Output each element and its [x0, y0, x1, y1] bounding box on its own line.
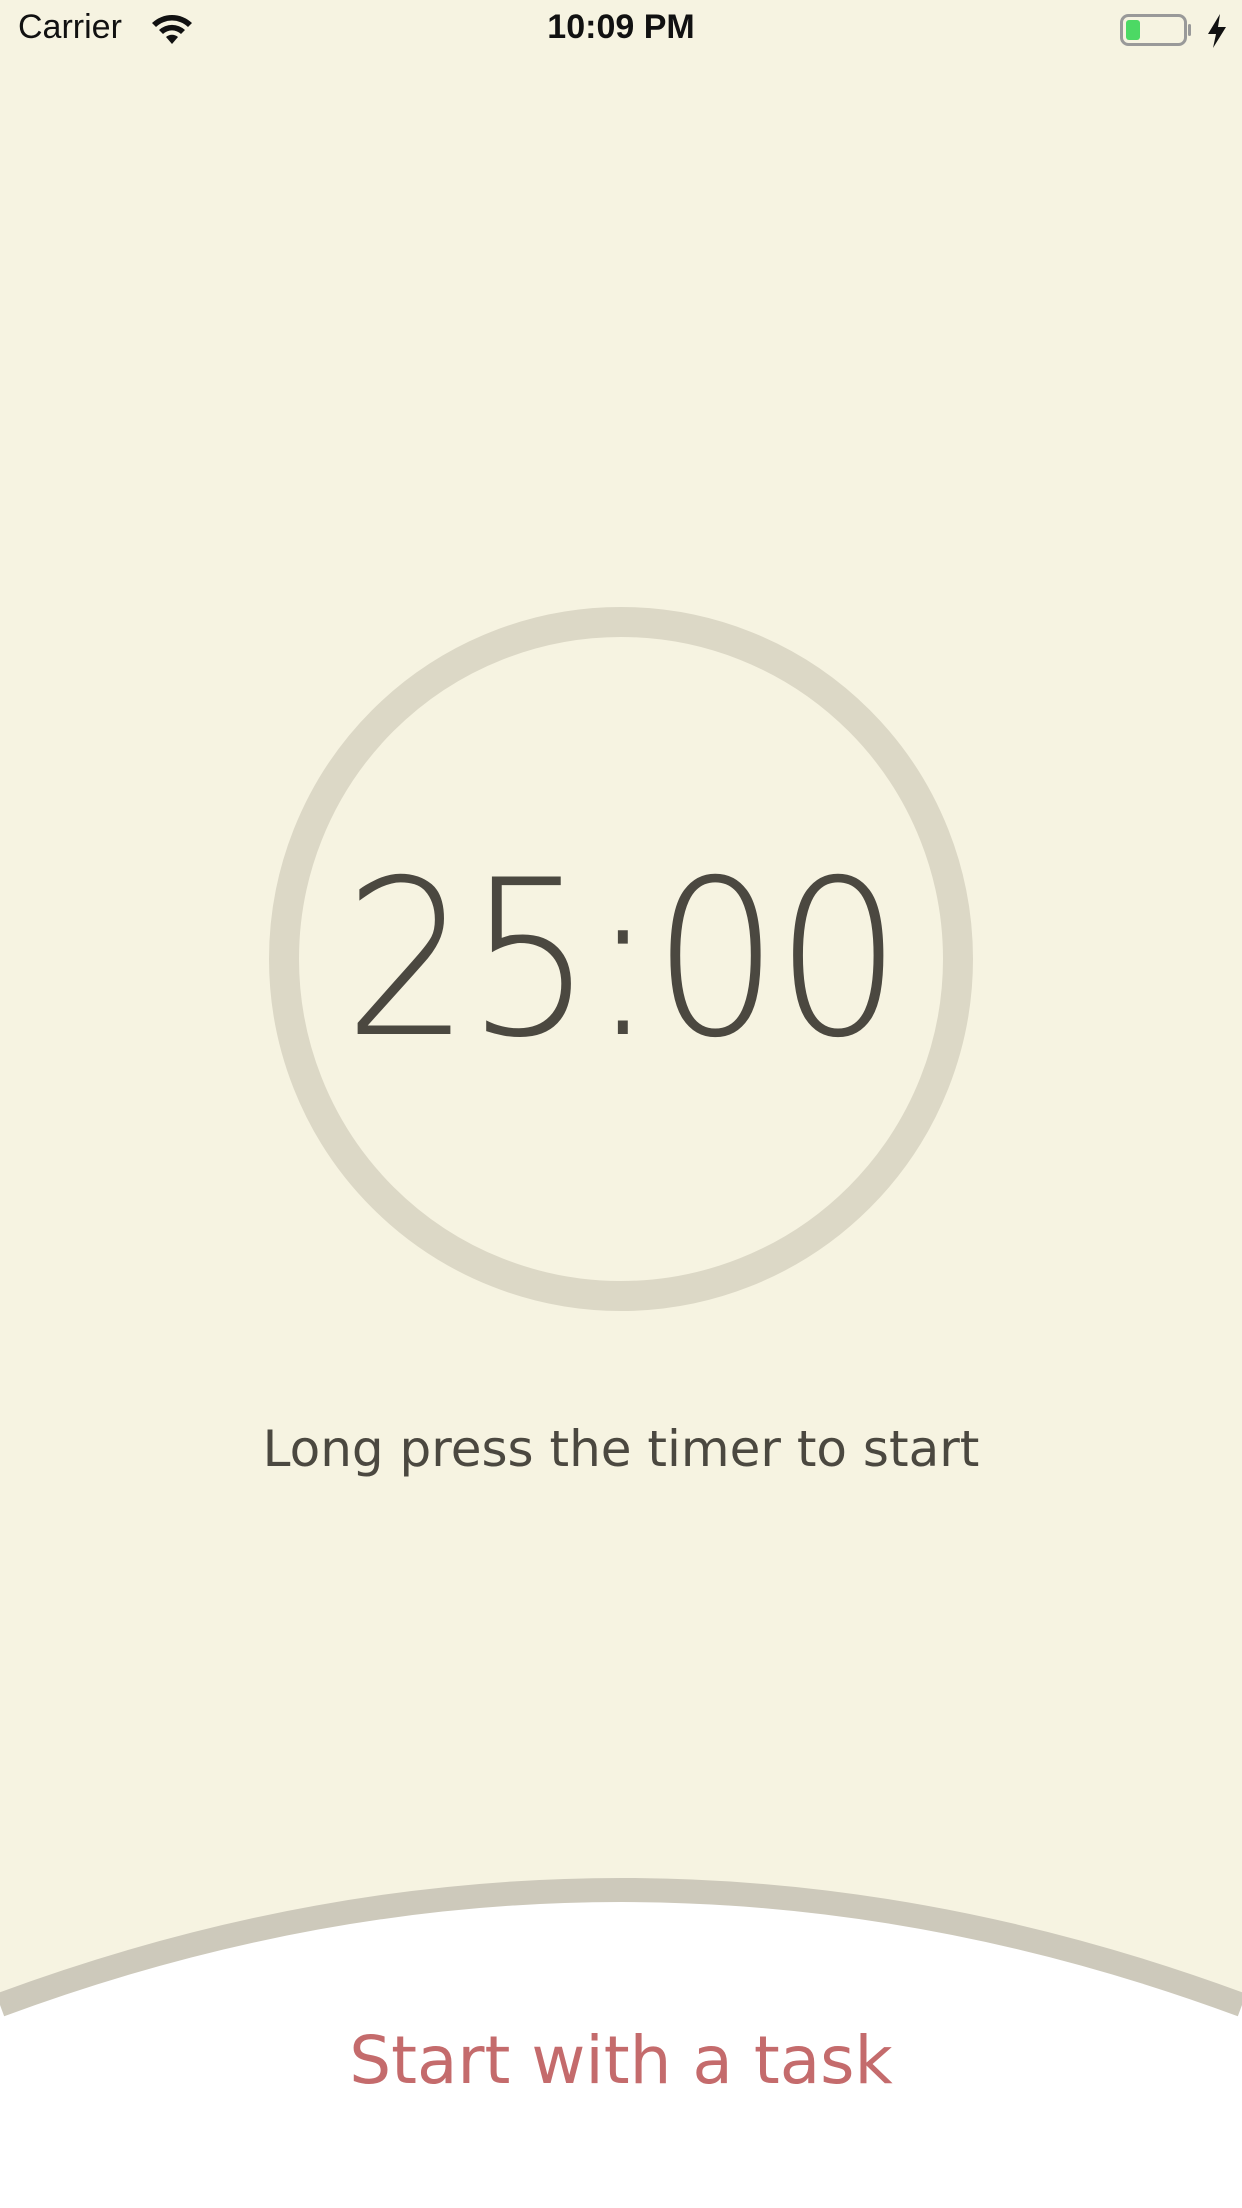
start-task-button[interactable]: Start with a task — [0, 2022, 1242, 2099]
status-time: 10:09 PM — [547, 8, 695, 46]
timer-button[interactable]: 25:00 — [269, 607, 973, 1311]
charging-bolt-icon — [1208, 14, 1226, 48]
battery-icon — [1120, 14, 1191, 46]
status-bar: Carrier 10:09 PM — [0, 0, 1242, 60]
instruction-text: Long press the timer to start — [262, 1420, 980, 1478]
timer-display: 25:00 — [343, 833, 902, 1085]
